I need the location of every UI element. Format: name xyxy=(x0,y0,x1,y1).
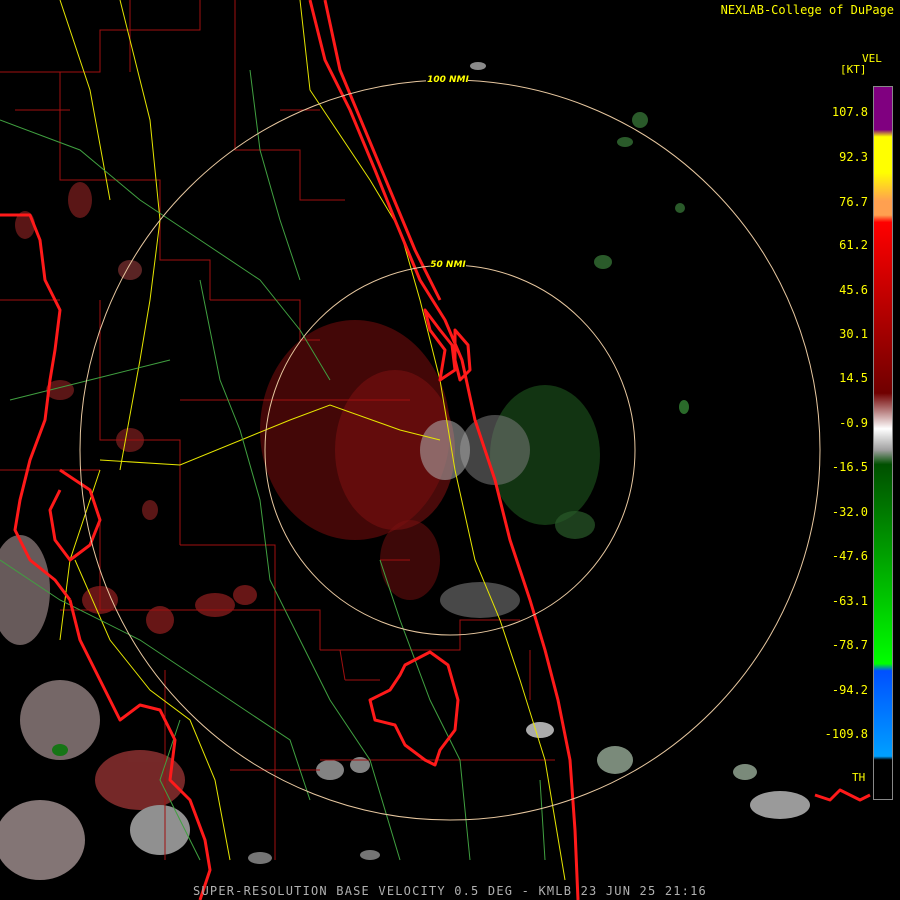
legend-tick-label: -16.5 xyxy=(831,460,868,474)
radar-map[interactable]: 50 NMI 100 NMI xyxy=(0,0,900,900)
legend-tick-label: -32.0 xyxy=(831,505,868,519)
legend-tick-label: -63.1 xyxy=(831,594,868,608)
legend-tick-label: 61.2 xyxy=(839,238,868,252)
legend-tick-label: -0.9 xyxy=(839,416,868,430)
legend-tick-label: 30.1 xyxy=(839,327,868,341)
legend-units: [KT] xyxy=(840,63,867,76)
legend-tick-label: -47.6 xyxy=(831,549,868,563)
legend-tick-label: 92.3 xyxy=(839,150,868,164)
velocity-colorbar xyxy=(873,86,893,800)
credit-label: NEXLAB-College of DuPage xyxy=(720,3,894,17)
legend-tick-label: -109.8 xyxy=(824,727,868,741)
legend-tick-label: -78.7 xyxy=(831,638,868,652)
legend-tick-label: 76.7 xyxy=(839,195,868,209)
legend-tick-label: 45.6 xyxy=(839,283,868,297)
product-status-bar: SUPER-RESOLUTION BASE VELOCITY 0.5 DEG -… xyxy=(193,884,707,898)
range-ring-label-100: 100 NMI xyxy=(427,75,469,85)
legend-tick-label: -94.2 xyxy=(831,683,868,697)
legend-tick-label: 14.5 xyxy=(839,371,868,385)
legend-tick-label: 107.8 xyxy=(831,105,868,119)
range-ring-label-50: 50 NMI xyxy=(430,260,466,270)
legend-footer-label: TH xyxy=(852,771,866,784)
